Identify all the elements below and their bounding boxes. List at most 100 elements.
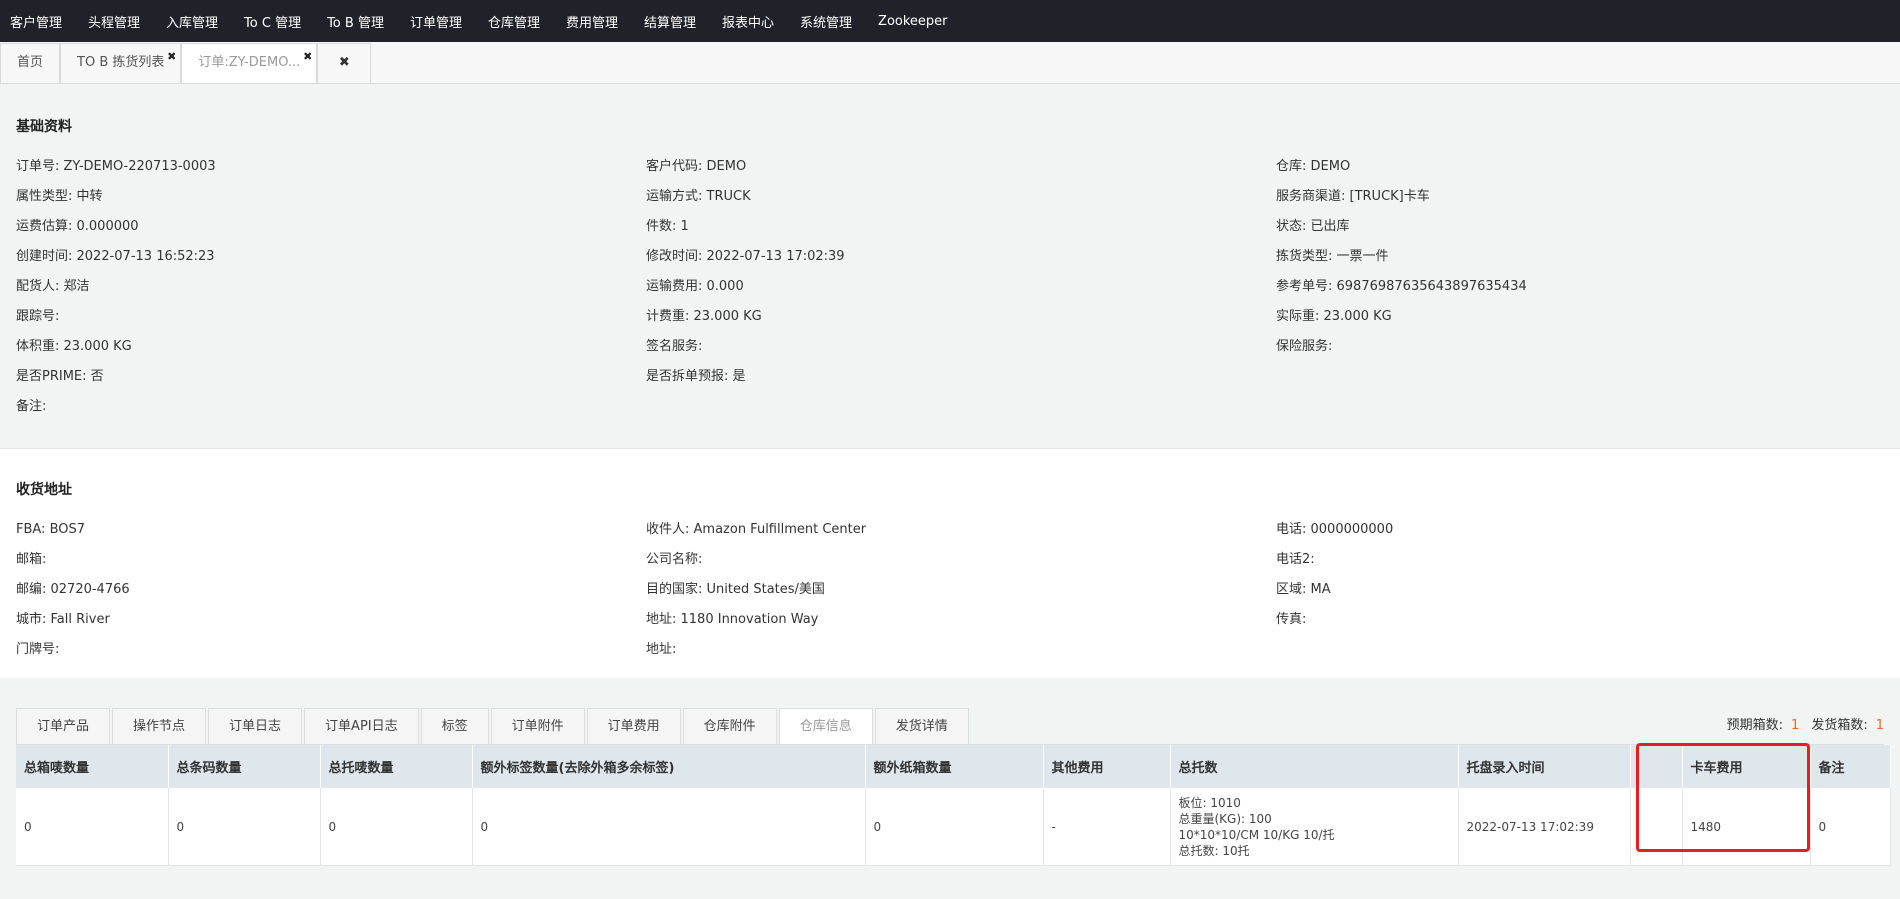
nav-customer[interactable]: 客户管理: [4, 12, 76, 31]
tab-order-log[interactable]: 订单日志: [208, 708, 303, 744]
tab-order-products[interactable]: 订单产品: [16, 708, 111, 744]
field: [1276, 635, 1876, 665]
box-count-summary: 预期箱数: 1 发货箱数: 1: [1727, 714, 1884, 733]
col-header: 其他费用: [1043, 745, 1171, 788]
field: 属性类型: 中转: [16, 189, 103, 204]
field: 是否拆单预报: 是: [646, 369, 746, 384]
cell-total-pallet-labels: 0: [320, 788, 473, 866]
field: [1276, 392, 1876, 422]
tab-home-label: 首页: [17, 55, 44, 70]
field: 修改时间: 2022-07-13 17:02:39: [646, 249, 845, 264]
cell-truck-fee: 1480: [1682, 788, 1811, 866]
field: 传真:: [1276, 612, 1307, 627]
shipped-boxes-label: 发货箱数:: [1811, 718, 1868, 733]
field: 是否PRIME: 否: [16, 369, 104, 384]
nav-settlement[interactable]: 结算管理: [638, 12, 710, 31]
field: 公司名称:: [646, 552, 703, 567]
col-header: 额外纸箱数量: [865, 745, 1044, 788]
col-header: 总箱唛数量: [16, 745, 169, 788]
field: 实际重: 23.000 KG: [1276, 309, 1392, 324]
field: 服务商渠道: [TRUCK]卡车: [1276, 189, 1430, 204]
close-icon: ✖: [338, 55, 350, 70]
tab-order-attachments[interactable]: 订单附件: [490, 708, 585, 744]
col-header: 总托数: [1170, 745, 1459, 788]
tab-home[interactable]: 首页: [0, 43, 61, 83]
top-nav: 客户管理 头程管理 入库管理 To C 管理 To B 管理 订单管理 仓库管理…: [0, 0, 1900, 42]
col-header: 卡车费用: [1682, 745, 1811, 788]
field: 参考单号: 69876987635643897635434: [1276, 279, 1527, 294]
cell-pallet-entry-time: 2022-07-13 17:02:39: [1458, 788, 1631, 866]
nav-fees[interactable]: 费用管理: [560, 12, 632, 31]
col-header: 额外标签数量(去除外箱多余标签): [472, 745, 866, 788]
tab-shipping-details[interactable]: 发货详情: [874, 708, 969, 744]
tab-picking-label: TO B 拣货列表: [77, 55, 165, 70]
cell-extra-cartons: 0: [865, 788, 1044, 866]
expected-boxes-value: 1: [1791, 718, 1800, 733]
field: 地址: 1180 Innovation Way: [646, 612, 819, 627]
field: 创建时间: 2022-07-13 16:52:23: [16, 249, 215, 264]
detail-tabs: 订单产品 操作节点 订单日志 订单API日志 标签 订单附件 订单费用 仓库附件…: [16, 702, 1884, 745]
pallet-line: 总重量(KG): 100: [1178, 811, 1272, 826]
field: 收件人: Amazon Fulfillment Center: [646, 522, 867, 537]
col-header: [1630, 745, 1683, 788]
field: 状态: 已出库: [1276, 219, 1350, 234]
tab-labels[interactable]: 标签: [420, 708, 489, 744]
address-grid: FBA: BOS7 收件人: Amazon Fulfillment Center…: [16, 515, 1884, 665]
nav-reports[interactable]: 报表中心: [716, 12, 788, 31]
address-section: 收货地址 FBA: BOS7 收件人: Amazon Fulfillment C…: [0, 449, 1900, 678]
col-header: 总托唛数量: [320, 745, 473, 788]
pallet-line: 总托数: 10托: [1178, 843, 1250, 858]
close-icon[interactable]: ✖: [303, 38, 312, 76]
field: 电话2:: [1276, 552, 1315, 567]
field: 目的国家: United States/美国: [646, 582, 825, 597]
section-title: 基础资料: [16, 119, 72, 135]
field: 配货人: 郑洁: [16, 279, 90, 294]
close-all-tabs-button[interactable]: ✖: [317, 43, 372, 83]
field: 计费重: 23.000 KG: [646, 309, 762, 324]
close-icon[interactable]: ✖: [167, 38, 176, 76]
nav-system[interactable]: 系统管理: [794, 12, 866, 31]
field: 电话: 0000000000: [1276, 522, 1394, 537]
basic-info-section: 基础资料 订单号: ZY-DEMO-220713-0003 客户代码: DEMO…: [0, 84, 1900, 449]
nav-tob[interactable]: To B 管理: [321, 12, 398, 31]
tab-operation-nodes[interactable]: 操作节点: [112, 708, 207, 744]
table-row: 0 0 0 0 0 - 板位: 1010 总重量(KG): 100 10*10*…: [16, 788, 1891, 866]
cell-total-box-labels: 0: [16, 788, 169, 866]
expected-boxes-label: 预期箱数:: [1726, 718, 1784, 733]
field: 签名服务:: [646, 339, 703, 354]
field: 客户代码: DEMO: [646, 159, 747, 174]
field: [646, 392, 1276, 422]
tab-warehouse-info[interactable]: 仓库信息: [778, 708, 873, 744]
field: 跟踪号:: [16, 309, 60, 324]
detail-section: 订单产品 操作节点 订单日志 订单API日志 标签 订单附件 订单费用 仓库附件…: [0, 702, 1900, 899]
cell-total-barcodes: 0: [168, 788, 321, 866]
shipped-boxes-value: 1: [1875, 718, 1884, 733]
field: FBA: BOS7: [16, 522, 86, 537]
nav-first-leg[interactable]: 头程管理: [82, 12, 154, 31]
cell-remark: 0: [1810, 788, 1891, 866]
cell-extra-labels: 0: [472, 788, 866, 866]
tab-order-fees[interactable]: 订单费用: [586, 708, 681, 744]
field: 地址:: [646, 642, 677, 657]
field: 订单号: ZY-DEMO-220713-0003: [16, 159, 216, 174]
nav-warehouse[interactable]: 仓库管理: [482, 12, 554, 31]
field: 城市: Fall River: [16, 612, 110, 627]
cell-blank: [1630, 788, 1683, 866]
tab-picking-list[interactable]: TO B 拣货列表 ✖: [60, 43, 182, 83]
section-title: 收货地址: [16, 482, 72, 498]
table-header-row: 总箱唛数量 总条码数量 总托唛数量 额外标签数量(去除外箱多余标签) 额外纸箱数…: [16, 745, 1891, 788]
col-header: 托盘录入时间: [1458, 745, 1631, 788]
nav-inbound[interactable]: 入库管理: [160, 12, 232, 31]
nav-zookeeper[interactable]: Zookeeper: [872, 14, 961, 29]
pallet-line: 10*10*10/CM 10/KG 10/托: [1178, 827, 1335, 842]
tab-order-detail[interactable]: 订单:ZY-DEMO... ✖: [181, 43, 318, 83]
nav-orders[interactable]: 订单管理: [404, 12, 476, 31]
field: 仓库: DEMO: [1276, 159, 1351, 174]
field: 运费估算: 0.000000: [16, 219, 139, 234]
field: 备注:: [16, 399, 47, 414]
nav-toc[interactable]: To C 管理: [238, 12, 315, 31]
tab-order-api-log[interactable]: 订单API日志: [304, 708, 419, 744]
basic-info-grid: 订单号: ZY-DEMO-220713-0003 客户代码: DEMO 仓库: …: [16, 152, 1884, 422]
field: [1276, 362, 1876, 392]
tab-warehouse-attachments[interactable]: 仓库附件: [682, 708, 777, 744]
